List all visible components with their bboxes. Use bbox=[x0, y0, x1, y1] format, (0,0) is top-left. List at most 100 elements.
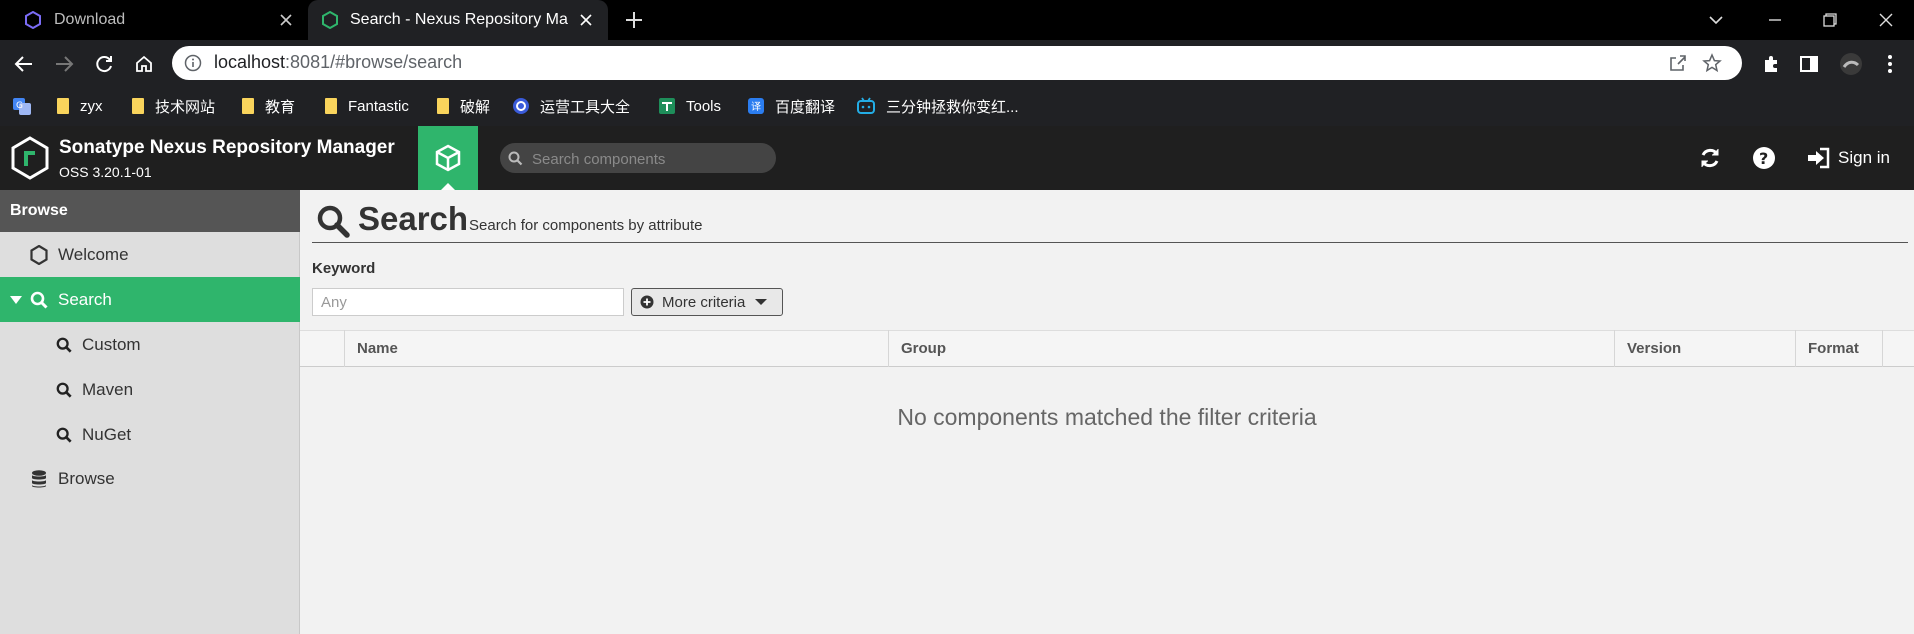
sidebar-item-welcome[interactable]: Welcome bbox=[0, 232, 300, 277]
sidebar-item-label: Custom bbox=[82, 334, 141, 354]
folder-icon bbox=[56, 97, 70, 115]
circle-logo-icon bbox=[512, 97, 530, 115]
refresh-icon bbox=[1698, 146, 1722, 170]
keyword-input[interactable] bbox=[312, 288, 624, 316]
page-title: Search bbox=[358, 200, 469, 237]
bookmark-translate[interactable]: G bbox=[12, 92, 32, 120]
active-mode-caret bbox=[441, 183, 455, 190]
sign-in-label: Sign in bbox=[1838, 148, 1890, 167]
sidebar-item-label: Browse bbox=[58, 468, 115, 488]
bookmark-label: zyx bbox=[80, 97, 103, 115]
sidebar-item-maven[interactable]: Maven bbox=[0, 367, 300, 412]
bookmark-fantastic[interactable]: Fantastic bbox=[324, 92, 409, 120]
search-icon bbox=[56, 427, 72, 443]
url-host: localhost bbox=[214, 52, 286, 72]
refresh-button[interactable] bbox=[1695, 143, 1725, 173]
forward-icon[interactable] bbox=[49, 49, 79, 79]
bookmark-star-icon[interactable] bbox=[1702, 53, 1722, 73]
search-icon bbox=[508, 151, 523, 166]
close-window-icon[interactable] bbox=[1872, 6, 1900, 34]
side-panel-icon[interactable] bbox=[1794, 49, 1824, 79]
nexus-logo-icon bbox=[322, 11, 338, 29]
component-search-box[interactable] bbox=[500, 143, 776, 173]
sidebar-item-label: Maven bbox=[82, 379, 134, 399]
browse-mode-button[interactable] bbox=[418, 126, 478, 190]
column-header-format[interactable]: Format bbox=[1795, 330, 1883, 367]
sidebar-item-search[interactable]: Search bbox=[0, 277, 300, 322]
sidebar-item-browse[interactable]: Browse bbox=[0, 456, 300, 501]
search-icon bbox=[56, 337, 72, 353]
svg-text:?: ? bbox=[1759, 149, 1768, 168]
profile-avatar[interactable] bbox=[1836, 49, 1866, 79]
bookmark-zyx[interactable]: zyx bbox=[56, 92, 103, 120]
page-subtitle: Search for components by attribute bbox=[469, 217, 703, 234]
search-icon bbox=[30, 291, 48, 309]
bookmark-label: Fantastic bbox=[348, 97, 409, 115]
svg-text:G: G bbox=[16, 101, 23, 111]
restore-icon[interactable] bbox=[1816, 6, 1844, 34]
site-info-icon[interactable] bbox=[184, 54, 202, 72]
bookmark-label: 破解 bbox=[460, 98, 491, 116]
folder-icon bbox=[436, 97, 450, 115]
bookmark-label: 教育 bbox=[265, 98, 296, 116]
hexagon-icon bbox=[24, 11, 42, 29]
more-criteria-label: More criteria bbox=[662, 293, 746, 311]
app-version: OSS 3.20.1-01 bbox=[59, 164, 152, 180]
browser-tab-search[interactable]: Search - Nexus Repository Ma bbox=[308, 0, 608, 40]
kebab-menu-icon[interactable] bbox=[1875, 49, 1905, 79]
hexagon-icon bbox=[30, 244, 48, 265]
column-header-group[interactable]: Group bbox=[888, 330, 1614, 367]
share-icon[interactable] bbox=[1668, 53, 1688, 73]
bookmark-crack[interactable]: 破解 bbox=[436, 92, 490, 120]
bookmark-education[interactable]: 教育 bbox=[241, 92, 295, 120]
caret-down-icon bbox=[10, 295, 22, 305]
nexus-logo-icon bbox=[10, 136, 50, 180]
column-header-version[interactable]: Version bbox=[1614, 330, 1795, 367]
caret-down-icon bbox=[755, 298, 768, 306]
baidu-translate-icon: 译 bbox=[747, 97, 765, 115]
tab-title: Search - Nexus Repository Ma bbox=[350, 11, 568, 28]
column-header-name[interactable]: Name bbox=[344, 330, 888, 367]
empty-results-message: No components matched the filter criteri… bbox=[897, 404, 1317, 430]
bookmark-ops-tools[interactable]: 运营工具大全 bbox=[512, 92, 630, 120]
search-icon bbox=[56, 382, 72, 398]
search-icon bbox=[316, 204, 350, 238]
search-components-input[interactable] bbox=[530, 147, 770, 171]
more-criteria-button[interactable]: More criteria bbox=[631, 288, 783, 316]
bookmark-label: 技术网站 bbox=[155, 98, 216, 116]
bookmark-label: 运营工具大全 bbox=[540, 98, 631, 116]
extensions-icon[interactable] bbox=[1756, 49, 1786, 79]
address-bar[interactable]: localhost:8081/#browse/search bbox=[172, 46, 1742, 80]
bilibili-icon bbox=[856, 97, 876, 115]
tab-search-chevron-icon[interactable] bbox=[1702, 6, 1730, 34]
bookmark-label: Tools bbox=[686, 97, 722, 115]
minimize-icon[interactable] bbox=[1761, 6, 1789, 34]
bookmark-tools[interactable]: Tools bbox=[658, 92, 721, 120]
url-path: :8081/#browse/search bbox=[285, 52, 463, 72]
close-icon[interactable] bbox=[576, 10, 596, 30]
sidebar-item-custom[interactable]: Custom bbox=[0, 322, 300, 367]
bookmark-baidu-translate[interactable]: 译 百度翻译 bbox=[747, 92, 835, 120]
sign-in-button[interactable]: Sign in bbox=[1806, 145, 1890, 171]
sidebar-item-label: Welcome bbox=[58, 244, 129, 264]
bookmark-tech-sites[interactable]: 技术网站 bbox=[131, 92, 215, 120]
sidebar-item-nuget[interactable]: NuGet bbox=[0, 412, 300, 457]
bookmark-bilibili[interactable]: 三分钟拯救你变红... bbox=[856, 92, 1019, 120]
tab-title: Download bbox=[54, 11, 126, 28]
reload-icon[interactable] bbox=[89, 49, 119, 79]
keyword-label: Keyword bbox=[312, 260, 376, 277]
sign-in-icon bbox=[1806, 147, 1830, 169]
browser-tab-download[interactable]: Download bbox=[0, 0, 308, 40]
folder-icon bbox=[241, 97, 255, 115]
sidebar-item-label: NuGet bbox=[82, 424, 132, 444]
close-icon[interactable] bbox=[276, 10, 296, 30]
bookmark-label: 三分钟拯救你变红... bbox=[886, 98, 1019, 116]
back-icon[interactable] bbox=[9, 49, 39, 79]
svg-text:译: 译 bbox=[751, 101, 761, 113]
home-icon[interactable] bbox=[129, 49, 159, 79]
url-text[interactable]: localhost:8081/#browse/search bbox=[214, 52, 462, 73]
help-button[interactable]: ? bbox=[1749, 143, 1779, 173]
folder-icon bbox=[324, 97, 338, 115]
new-tab-button[interactable] bbox=[622, 8, 646, 32]
sidebar-item-label: Search bbox=[58, 289, 112, 309]
